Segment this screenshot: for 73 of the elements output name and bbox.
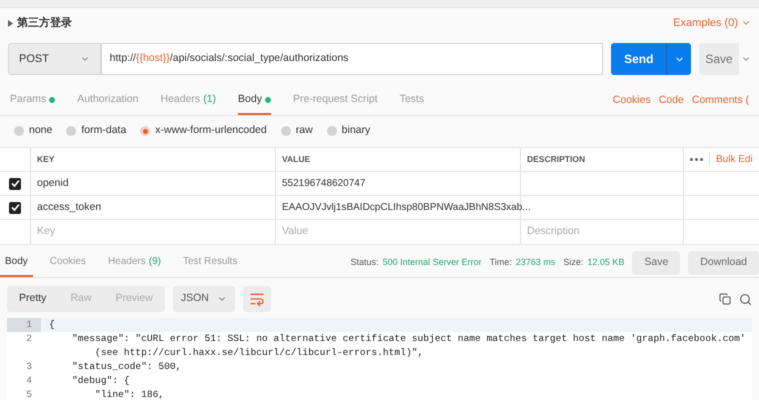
request-tab[interactable]: Pre-request Script <box>292 86 378 115</box>
url-field[interactable]: http://{{host}}/api/socials/:social_type/authorizations <box>100 43 604 75</box>
radio-button[interactable] <box>140 126 150 136</box>
response-tab[interactable]: Test Results <box>178 248 242 277</box>
examples-link[interactable]: Examples (0) <box>673 14 738 32</box>
request-tab[interactable]: Authorization <box>77 86 138 115</box>
request-tab[interactable]: Params <box>10 86 56 115</box>
response-tab[interactable]: Body <box>0 248 33 277</box>
line-number: 3 <box>25 360 33 374</box>
checkbox[interactable] <box>9 178 21 190</box>
request-link[interactable]: Cookies <box>612 92 651 108</box>
view-mode-tab[interactable]: Preview <box>103 286 165 312</box>
code-line: { <box>49 318 55 332</box>
url-text: http:// <box>110 51 136 66</box>
table-cell-text: 552196748620747 <box>282 177 366 191</box>
view-mode-tab[interactable]: Raw <box>58 286 104 312</box>
radio-label: x-www-form-urlencoded <box>155 123 267 138</box>
radio-label: binary <box>342 123 370 138</box>
stat-label: Time: <box>490 256 512 269</box>
radio-button[interactable] <box>326 126 337 136</box>
response-tab[interactable]: Cookies <box>44 248 91 277</box>
request-tab[interactable]: Tests <box>400 86 424 115</box>
response-action-button[interactable]: Save <box>632 250 680 274</box>
line-number: 5 <box>25 388 33 400</box>
description-input-field[interactable]: Description <box>527 224 677 240</box>
code-line: "message": "cURL error 51: SSL: no alternative certificate subject name matches target host name 'graph.facebook.com' <box>71 332 746 346</box>
expand-arrow-icon[interactable] <box>8 20 13 26</box>
code-line: (see http://curl.haxx.se/libcurl/c/libcurl-errors.html)", <box>94 346 424 360</box>
request-link[interactable]: Comments ( <box>692 92 749 108</box>
url-text: /api/socials/:social_type/authorizations <box>170 51 348 66</box>
table-cell-text: openid <box>37 176 69 191</box>
stat-value: 500 Internal Server Error <box>382 256 482 269</box>
stat-value: 23763 ms <box>516 256 556 269</box>
url-variable: {{host}} <box>136 51 170 66</box>
column-header: DESCRIPTION <box>527 153 586 166</box>
line-number: 2 <box>25 332 33 346</box>
radio-label: none <box>29 123 52 138</box>
value-input-field[interactable]: Value <box>282 224 514 240</box>
wrap-lines-button[interactable] <box>242 286 271 312</box>
column-header: VALUE <box>282 153 310 166</box>
search-icon[interactable] <box>739 292 752 306</box>
checkbox[interactable] <box>9 202 21 214</box>
radio-button[interactable] <box>66 126 76 136</box>
response-tab[interactable]: Headers (9) <box>102 248 166 277</box>
method-select[interactable]: POST <box>8 43 101 75</box>
request-name: 第三方登录 <box>17 16 72 31</box>
line-number: 1 <box>7 318 41 332</box>
radio-button[interactable] <box>14 126 24 136</box>
line-number: 4 <box>25 374 33 388</box>
table-cell-text: EAAOJVJvlj1sBAIDcpCLIhsp80BPNWaaJBhN8S3xab... <box>282 201 531 215</box>
stat-value: 12.05 KB <box>587 256 624 269</box>
wrap-icon <box>248 291 265 307</box>
request-tab[interactable]: Headers (1) <box>160 86 216 115</box>
column-header: KEY <box>37 153 54 166</box>
code-line: "line": 186, <box>94 388 164 400</box>
key-input-field[interactable]: Key <box>37 224 269 240</box>
radio-label: form-data <box>81 123 126 138</box>
request-tab[interactable]: Body <box>238 86 271 115</box>
copy-icon[interactable] <box>719 293 731 305</box>
more-icon[interactable] <box>690 158 703 161</box>
radio-button[interactable] <box>280 126 291 136</box>
stat-label: Size: <box>563 256 584 269</box>
bulk-edit-link[interactable]: Bulk Edi <box>709 152 753 167</box>
code-line: "status_code": 500, <box>71 360 182 374</box>
code-line: "debug": { <box>71 374 130 388</box>
stat-label: Status: <box>350 256 379 269</box>
response-action-button[interactable]: Download <box>688 250 759 274</box>
request-link[interactable]: Code <box>658 92 684 108</box>
save-button[interactable]: Save <box>699 43 740 75</box>
radio-label: raw <box>296 123 313 138</box>
format-select[interactable]: JSON <box>172 286 235 312</box>
table-cell-text: access_token <box>37 200 102 215</box>
view-mode-tab[interactable]: Pretty <box>7 286 58 312</box>
